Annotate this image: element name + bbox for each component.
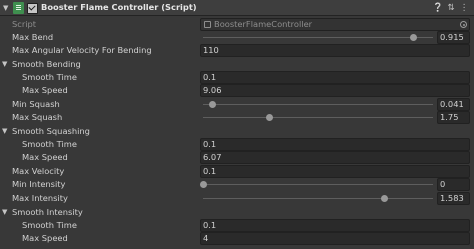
- max-squash-label: Max Squash: [12, 112, 63, 122]
- csharp-script-icon: [13, 2, 24, 14]
- component-header[interactable]: ▼ Booster Flame Controller (Script) ❔ ⇅ …: [0, 0, 474, 16]
- max-bend-slider-track[interactable]: [203, 37, 433, 38]
- min-squash-value-field[interactable]: 0.041: [437, 98, 470, 111]
- smooth-squashing-max-speed-field[interactable]: 6.07: [200, 151, 470, 164]
- object-picker-icon[interactable]: [460, 21, 467, 28]
- max-intensity-label: Max Intensity: [12, 193, 68, 203]
- smooth-intensity-label: Smooth Intensity: [12, 207, 83, 217]
- max-speed-label: Max Speed: [22, 85, 68, 95]
- smooth-time-label: Smooth Time: [22, 72, 77, 82]
- smooth-time-label: Smooth Time: [22, 139, 77, 149]
- smooth-bending-smooth-time-field[interactable]: 0.1: [200, 71, 470, 84]
- max-intensity-row: Max Intensity 1.583: [0, 192, 474, 205]
- min-intensity-value-field[interactable]: 0: [437, 178, 470, 191]
- smooth-intensity-foldout[interactable]: ▼ Smooth Intensity: [0, 206, 474, 219]
- smooth-bending-max-speed-field[interactable]: 9.06: [200, 84, 470, 97]
- min-intensity-label: Min Intensity: [12, 179, 66, 189]
- min-squash-slider-track[interactable]: [203, 104, 433, 105]
- foldout-arrow-icon[interactable]: ▼: [3, 1, 11, 15]
- max-bend-label: Max Bend: [12, 32, 54, 42]
- script-value: BoosterFlameController: [214, 19, 313, 29]
- smooth-squashing-max-speed-row: Max Speed 6.07: [0, 151, 474, 164]
- max-squash-slider-track[interactable]: [203, 117, 433, 118]
- max-speed-label: Max Speed: [22, 152, 68, 162]
- smooth-intensity-smooth-time-field[interactable]: 0.1: [200, 219, 470, 232]
- max-intensity-slider-thumb[interactable]: [381, 195, 389, 202]
- max-squash-value-field[interactable]: 1.75: [437, 111, 470, 124]
- max-intensity-value-field[interactable]: 1.583: [437, 192, 470, 205]
- max-bend-row: Max Bend 0.915: [0, 31, 474, 44]
- script-row: Script BoosterFlameController: [0, 18, 474, 31]
- smooth-squashing-smooth-time-field[interactable]: 0.1: [200, 138, 470, 151]
- script-file-icon: [204, 21, 211, 28]
- preset-sliders-icon[interactable]: ⇅: [445, 1, 457, 15]
- help-icon[interactable]: ❔: [432, 1, 444, 15]
- max-angular-velocity-field[interactable]: 110: [200, 44, 470, 57]
- smooth-intensity-smooth-time-row: Smooth Time 0.1: [0, 219, 474, 232]
- smooth-time-label: Smooth Time: [22, 220, 77, 230]
- max-angular-velocity-label: Max Angular Velocity For Bending: [12, 45, 152, 55]
- smooth-intensity-max-speed-row: Max Speed 4: [0, 232, 474, 245]
- foldout-arrow-icon[interactable]: ▼: [2, 206, 10, 219]
- max-squash-row: Max Squash 1.75: [0, 111, 474, 124]
- max-bend-slider-thumb[interactable]: [409, 34, 417, 41]
- max-velocity-label: Max Velocity: [12, 166, 65, 176]
- component-title: Booster Flame Controller (Script): [41, 2, 197, 12]
- min-intensity-slider-track[interactable]: [203, 184, 433, 185]
- smooth-intensity-max-speed-field[interactable]: 4: [200, 232, 470, 245]
- script-object-field[interactable]: BoosterFlameController: [200, 18, 470, 31]
- min-intensity-row: Min Intensity 0: [0, 178, 474, 191]
- max-velocity-row: Max Velocity 0.1: [0, 165, 474, 178]
- foldout-arrow-icon[interactable]: ▼: [2, 58, 10, 71]
- smooth-squashing-label: Smooth Squashing: [12, 126, 90, 136]
- max-squash-slider-thumb[interactable]: [266, 114, 274, 121]
- smooth-bending-label: Smooth Bending: [12, 59, 81, 69]
- context-menu-icon[interactable]: ⋮: [458, 1, 470, 15]
- min-squash-slider-thumb[interactable]: [208, 101, 216, 108]
- min-intensity-slider-thumb[interactable]: [199, 181, 207, 188]
- smooth-bending-smooth-time-row: Smooth Time 0.1: [0, 71, 474, 84]
- smooth-bending-max-speed-row: Max Speed 9.06: [0, 84, 474, 97]
- max-velocity-field[interactable]: 0.1: [200, 165, 470, 178]
- smooth-squashing-foldout[interactable]: ▼ Smooth Squashing: [0, 125, 474, 138]
- max-bend-value-field[interactable]: 0.915: [437, 31, 470, 44]
- max-angular-velocity-row: Max Angular Velocity For Bending 110: [0, 44, 474, 57]
- script-label: Script: [12, 19, 37, 29]
- foldout-arrow-icon[interactable]: ▼: [2, 125, 10, 138]
- enable-component-checkbox[interactable]: [27, 3, 38, 14]
- min-squash-row: Min Squash 0.041: [0, 98, 474, 111]
- max-speed-label: Max Speed: [22, 233, 68, 243]
- smooth-squashing-smooth-time-row: Smooth Time 0.1: [0, 138, 474, 151]
- max-intensity-slider-track[interactable]: [203, 198, 433, 199]
- min-squash-label: Min Squash: [12, 99, 60, 109]
- smooth-bending-foldout[interactable]: ▼ Smooth Bending: [0, 58, 474, 71]
